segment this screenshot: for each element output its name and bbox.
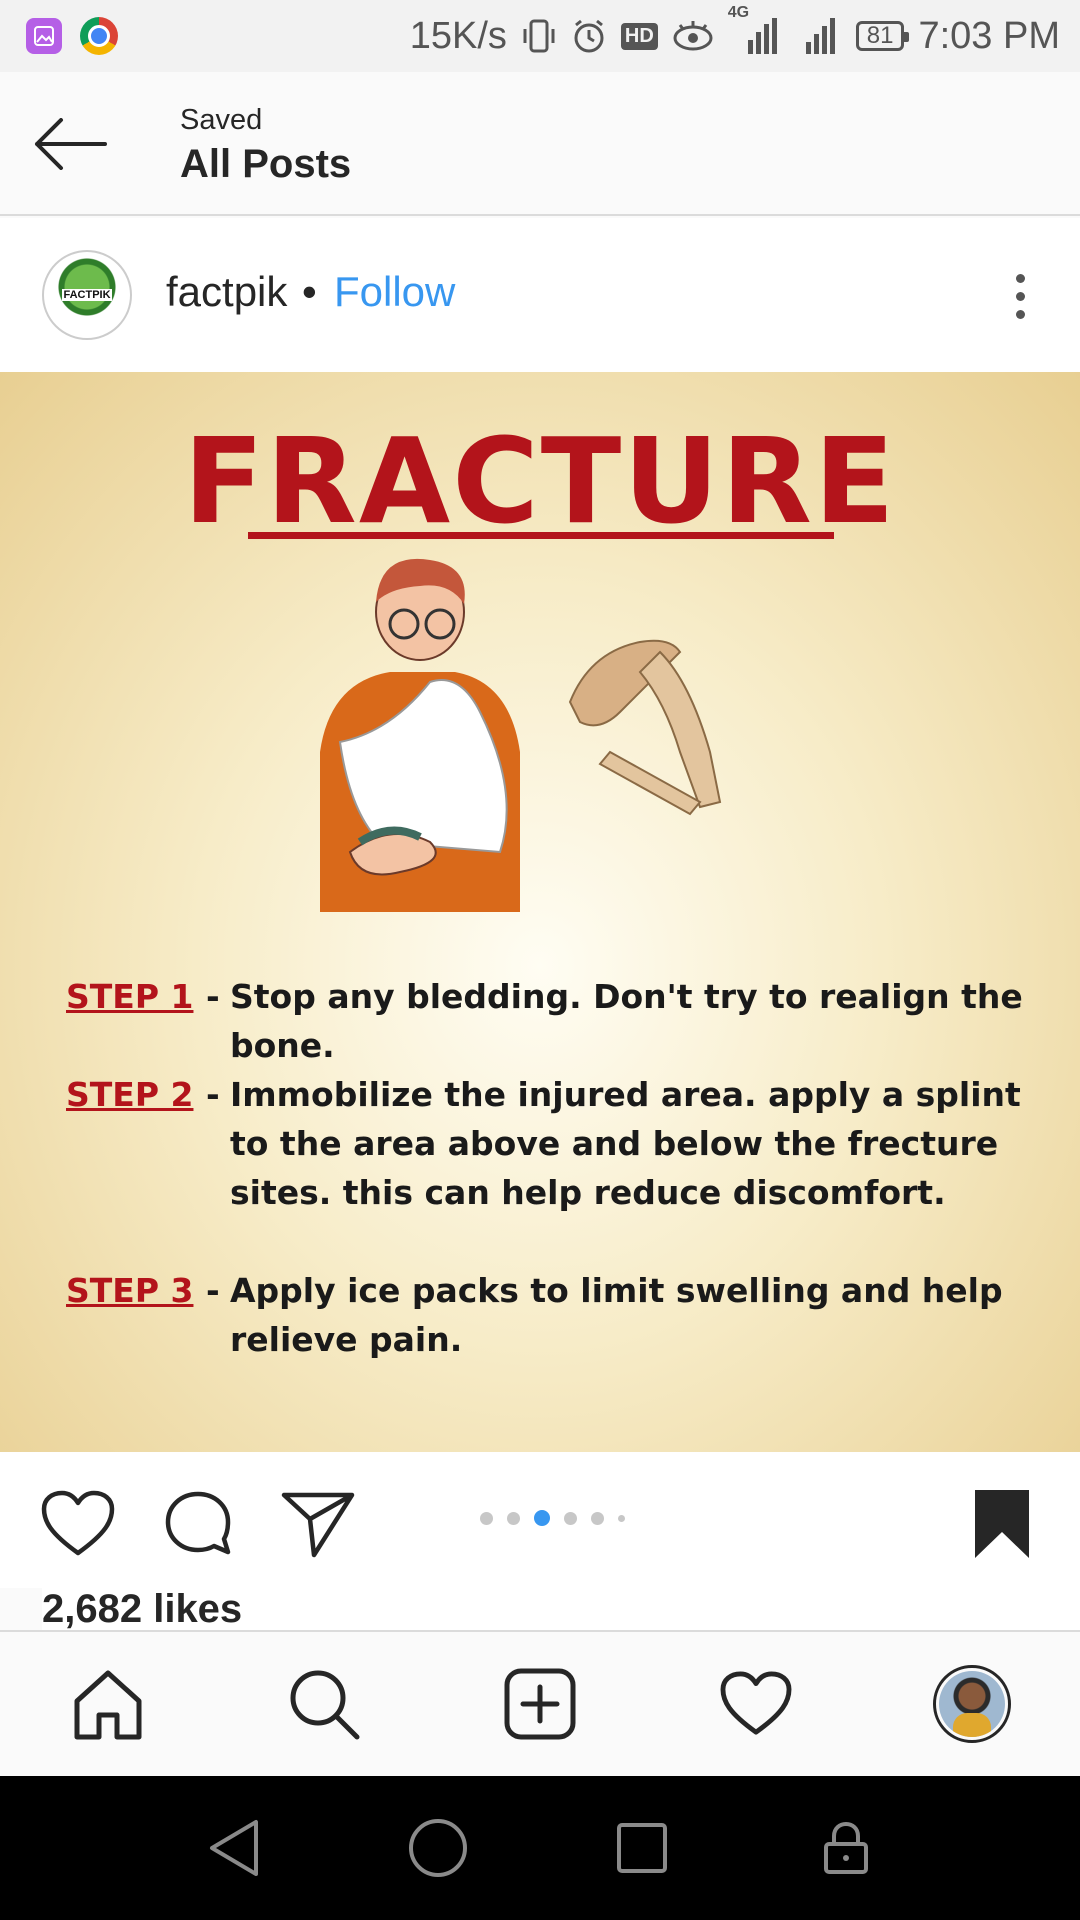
step-2: STEP 2 - Immobilize the injured area. ap… [66,1070,1046,1217]
battery-indicator: 81 [855,21,910,51]
page-title: All Posts [180,142,352,186]
nav-profile[interactable] [930,1662,1014,1746]
nav-home[interactable] [66,1662,150,1746]
signal-4g-icon: 4G [728,4,778,56]
post-author-avatar[interactable]: FACTPIK [42,250,132,340]
system-recents-button[interactable] [606,1812,678,1884]
net-speed: 15K/s [409,14,507,57]
clock: 7:03 PM [918,14,1060,57]
carousel-dot-active [534,1510,550,1526]
search-icon [290,1670,360,1740]
app-header: Saved All Posts [0,72,1080,216]
post-header: FACTPIK factpik • Follow [0,218,1080,372]
system-home-button[interactable] [402,1812,474,1884]
step-3-dash: - [206,1271,220,1310]
more-vertical-icon [1015,273,1025,283]
more-options-button[interactable] [1000,266,1040,326]
signal-icon [792,16,842,56]
infographic-title: FRACTURE [183,412,897,550]
injured-man-illustration [320,558,722,912]
back-button[interactable] [30,114,110,174]
avatar-logo-text: FACTPIK [62,289,112,301]
add-post-icon [504,1668,576,1740]
title-underline [248,532,834,539]
comment-button[interactable] [158,1484,238,1564]
nav-activity[interactable] [714,1662,798,1746]
comment-icon [165,1491,231,1555]
heart-icon [720,1671,792,1735]
send-icon [281,1492,355,1558]
nav-search[interactable] [282,1662,366,1746]
carousel-dot [591,1511,604,1525]
like-button[interactable] [38,1484,118,1564]
profile-photo [939,1671,1005,1737]
system-navigation-bar [0,1776,1080,1920]
chrome-icon [80,17,118,55]
nav-new-post[interactable] [498,1662,582,1746]
eye-icon [672,19,714,53]
step-2-text: Immobilize the injured area. apply a spl… [230,1075,1021,1212]
carousel-dot [507,1511,520,1525]
bookmark-filled-icon [975,1490,1029,1558]
carousel-indicator [480,1510,625,1526]
factpik-logo: FACTPIK [47,255,127,335]
step-1-text: Stop any bledding. Don't try to realign … [230,977,1023,1065]
bottom-navigation [0,1630,1080,1776]
gallery-app-icon [26,18,62,54]
circle-home-icon [409,1819,467,1877]
system-lock-button[interactable] [810,1812,882,1884]
carousel-dot [564,1511,577,1525]
step-1-dash: - [206,977,220,1016]
square-recents-icon [617,1823,667,1873]
post-image[interactable]: FRACTURE STEP 1 - Stop any bledding. Don… [0,372,1080,1452]
step-3-label: STEP 3 [66,1271,194,1310]
profile-avatar [933,1665,1011,1743]
step-3: STEP 3 - Apply ice packs to limit swelli… [66,1266,1046,1364]
follow-button[interactable]: Follow [334,268,455,316]
post-username[interactable]: factpik [166,268,287,316]
lock-icon [824,1821,868,1874]
likes-count[interactable]: 2,682 likes [42,1588,1080,1630]
alarm-icon [571,17,607,55]
carousel-dot [480,1511,493,1525]
network-label: 4G [727,4,750,21]
step-1: STEP 1 - Stop any bledding. Don't try to… [66,972,1046,1070]
triangle-back-icon [210,1820,258,1876]
header-subtitle: Saved [180,104,263,136]
hd-badge: HD [620,22,658,50]
step-2-label: STEP 2 [66,1075,194,1114]
status-bar: 15K/s HD 4G 81 7:03 PM [0,0,1080,72]
home-icon [74,1670,142,1740]
carousel-dot [618,1514,625,1522]
system-back-button[interactable] [198,1812,270,1884]
save-button[interactable] [962,1484,1042,1564]
back-arrow-icon [35,118,107,170]
step-1-label: STEP 1 [66,977,194,1016]
heart-icon [41,1490,115,1556]
step-3-text: Apply ice packs to limit swelling and he… [230,1271,1003,1359]
share-button[interactable] [278,1484,358,1564]
step-2-dash: - [206,1075,220,1114]
vibrate-icon [521,17,557,55]
separator-dot: • [302,268,317,315]
